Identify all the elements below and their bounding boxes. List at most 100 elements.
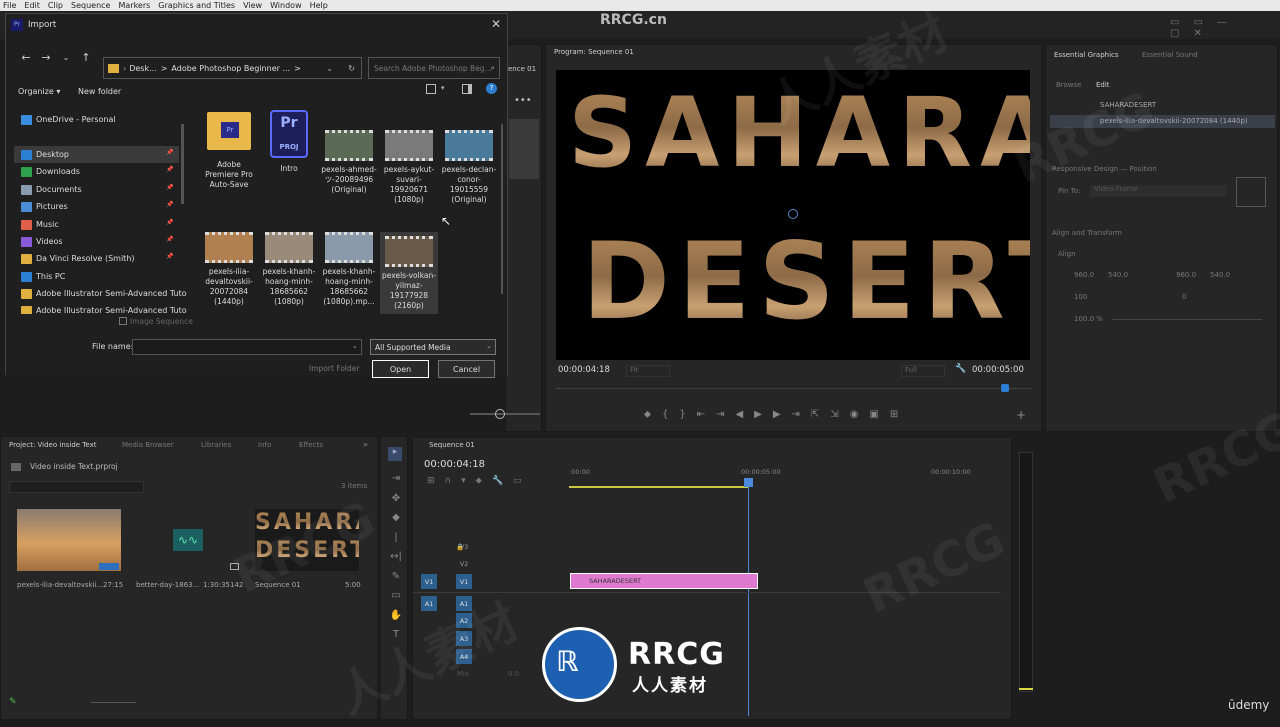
- breadcrumb-folder[interactable]: Adobe Photoshop Beginner ...: [171, 64, 290, 73]
- tab-media-browser[interactable]: Media Browser: [122, 441, 174, 449]
- source-tab[interactable]: ence 01: [508, 65, 536, 73]
- pos-y[interactable]: 540.0: [1108, 271, 1128, 279]
- menu-item[interactable]: Sequence: [71, 1, 110, 10]
- file-item[interactable]: Pr PROJ Intro: [260, 110, 318, 174]
- file-type-select[interactable]: All Supported Media: [370, 339, 496, 355]
- subtab-browse[interactable]: Browse: [1056, 81, 1082, 89]
- selection-tool-icon[interactable]: ▸: [388, 447, 402, 461]
- work-area-bar[interactable]: [569, 486, 749, 488]
- expand-icon[interactable]: »: [363, 440, 368, 449]
- scale-value[interactable]: 100: [1074, 293, 1087, 301]
- organize-button[interactable]: Organize ▾: [18, 87, 60, 96]
- file-name-dropdown-icon[interactable]: ⌄: [352, 342, 358, 350]
- graphic-clip[interactable]: SAHARADESERT: [570, 573, 758, 589]
- project-search[interactable]: [9, 481, 144, 493]
- timeline-tools[interactable]: ⊞∩▾⬥🔧▭: [427, 476, 532, 486]
- file-name-input[interactable]: [132, 339, 362, 355]
- forward-icon[interactable]: →: [38, 49, 54, 65]
- sidebar-item[interactable]: Downloads: [21, 163, 80, 180]
- mix-value[interactable]: 0.0: [508, 670, 519, 678]
- file-item[interactable]: Pr Adobe Premiere Pro Auto-Save: [200, 112, 258, 190]
- back-icon[interactable]: ←: [18, 49, 34, 65]
- source-a1[interactable]: A1: [421, 596, 437, 611]
- clip-thumb[interactable]: [17, 509, 121, 571]
- menu-item[interactable]: Window: [270, 1, 302, 10]
- menu-item[interactable]: Graphics and Titles: [158, 1, 235, 10]
- file-item[interactable]: pexels-declan-conor-19015559 (Original): [440, 130, 498, 205]
- file-item[interactable]: pexels-aykut-suvari-19920671 (1080p): [380, 130, 438, 205]
- file-type-dropdown-icon[interactable]: ⌄: [486, 342, 492, 350]
- subtab-edit[interactable]: Edit: [1096, 81, 1110, 89]
- fit-select[interactable]: Fit: [626, 365, 670, 377]
- track-a1[interactable]: A1: [456, 596, 472, 611]
- tool-icons[interactable]: ⇥ ✥ ◆ |↔| ✎ ▭ ✋ T: [389, 469, 403, 645]
- close-icon[interactable]: ✕: [491, 17, 501, 31]
- pos-x[interactable]: 960.0: [1074, 271, 1094, 279]
- sidebar-item[interactable]: Documents: [21, 181, 82, 198]
- pin-icon[interactable]: 📌: [166, 184, 173, 191]
- sidebar-scrollbar[interactable]: [181, 124, 184, 204]
- program-timecode[interactable]: 00:00:04:18: [558, 365, 610, 375]
- menu-item[interactable]: Markers: [118, 1, 150, 10]
- wrench-icon[interactable]: 🔧: [955, 364, 966, 374]
- anchor-point-icon[interactable]: [788, 209, 798, 219]
- layer-item[interactable]: SAHARADESERT: [1050, 101, 1275, 114]
- view-options-icon[interactable]: [426, 84, 436, 94]
- help-icon[interactable]: ?: [486, 83, 497, 94]
- anchor-x[interactable]: 960.0: [1176, 271, 1196, 279]
- sidebar-item[interactable]: OneDrive - Personal: [21, 111, 116, 128]
- pin-icon[interactable]: 📌: [166, 166, 173, 173]
- track-a2[interactable]: A2: [456, 613, 472, 628]
- zoom-slider[interactable]: [470, 413, 540, 415]
- pencil-icon[interactable]: ✎: [9, 697, 17, 707]
- tab-libraries[interactable]: Libraries: [201, 441, 231, 449]
- resolution-select[interactable]: Full: [901, 365, 945, 377]
- file-item[interactable]: pexels-khanh-hoang-minh-18685662 (1080p)…: [320, 232, 378, 307]
- address-bar[interactable]: › Desk... > Adobe Photoshop Beginner ...…: [103, 57, 362, 79]
- pin-icon[interactable]: 📌: [166, 149, 173, 156]
- tab-project[interactable]: Project: Video inside Text: [9, 441, 96, 449]
- preview-pane-icon[interactable]: [462, 84, 472, 94]
- import-folder-button[interactable]: Import Folder: [309, 364, 359, 373]
- opacity-slider[interactable]: [1112, 319, 1262, 320]
- transport-controls[interactable]: ⬥{}⇤⇥◀▶▶⇥⇱⇲◉▣⊞: [644, 409, 909, 420]
- search-input[interactable]: Search Adobe Photoshop Beg... ⌕: [368, 57, 500, 79]
- playhead-marker[interactable]: [1001, 384, 1009, 392]
- zoom-handle[interactable]: [495, 409, 505, 419]
- file-item[interactable]: pexels-khanh-hoang-minh-18685662 (1080p): [260, 232, 318, 307]
- sidebar-item[interactable]: Pictures: [21, 198, 68, 215]
- pin-to-select[interactable]: Video Frame: [1090, 185, 1226, 197]
- file-item[interactable]: pexels-ilia-devaltovskii-20072084 (1440p…: [200, 232, 258, 307]
- sidebar-item[interactable]: This PC: [21, 268, 65, 285]
- source-v1[interactable]: V1: [421, 574, 437, 589]
- program-scrubber[interactable]: [556, 385, 1032, 389]
- refresh-icon[interactable]: ↻: [348, 64, 355, 73]
- tab-info[interactable]: Info: [258, 441, 271, 449]
- pin-icon[interactable]: 📌: [166, 201, 173, 208]
- menu-item[interactable]: Help: [310, 1, 328, 10]
- pin-icon[interactable]: 📌: [166, 253, 173, 260]
- window-controls[interactable]: ▭▭—▢✕: [1170, 17, 1280, 39]
- track-a4[interactable]: A4: [456, 649, 472, 664]
- track-v3[interactable]: V3: [456, 539, 472, 554]
- thumb-size-slider[interactable]: [91, 702, 136, 703]
- pin-icon[interactable]: 📌: [166, 236, 173, 243]
- tab-effects[interactable]: Effects: [299, 441, 323, 449]
- menu-item[interactable]: File: [3, 1, 16, 10]
- new-folder-button[interactable]: New folder: [78, 87, 121, 96]
- menu-item[interactable]: Edit: [24, 1, 40, 10]
- sidebar-item[interactable]: Music: [21, 216, 59, 233]
- timeline-timecode[interactable]: 00:00:04:18: [424, 459, 485, 470]
- pin-icon[interactable]: 📌: [166, 219, 173, 226]
- tab-essential-graphics[interactable]: Essential Graphics: [1054, 51, 1119, 59]
- sidebar-item[interactable]: Videos: [21, 233, 63, 250]
- track-a3[interactable]: A3: [456, 631, 472, 646]
- sidebar-item[interactable]: Adobe Illustrator Semi-Advanced Tuto: [21, 285, 187, 302]
- timeline-tab[interactable]: Sequence 01: [429, 441, 475, 449]
- pin-widget[interactable]: [1236, 177, 1266, 207]
- opacity-value[interactable]: 100.0 %: [1074, 315, 1103, 323]
- file-item[interactable]: pexels-volkan-yilmaz-19177928 (2160p): [380, 232, 438, 322]
- sidebar-item[interactable]: Desktop: [14, 146, 179, 163]
- layer-item-selected[interactable]: pexels-ilia-devaltovskii-20072084 (1440p…: [1050, 115, 1275, 128]
- image-sequence-checkbox[interactable]: [119, 317, 127, 325]
